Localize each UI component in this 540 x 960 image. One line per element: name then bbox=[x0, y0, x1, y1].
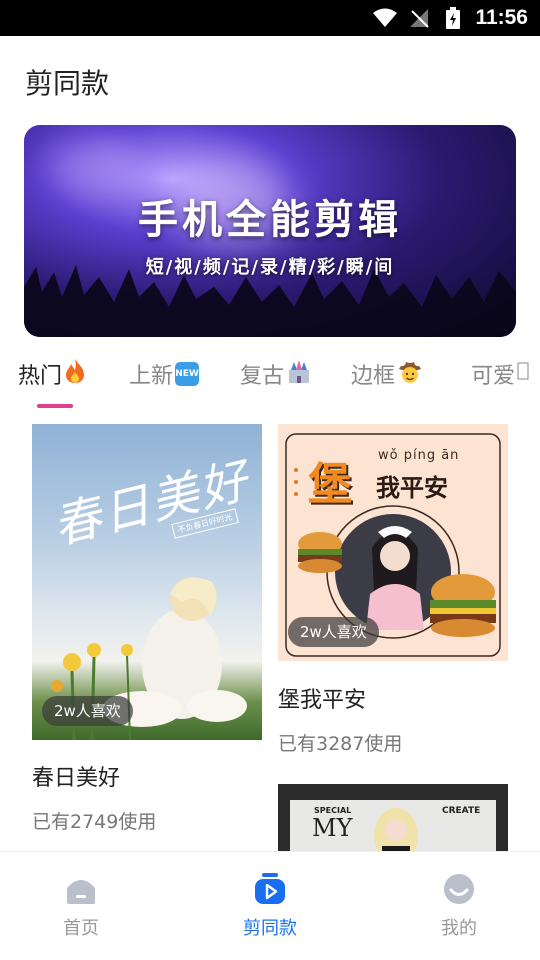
tab-retro[interactable]: 复古 bbox=[240, 358, 312, 390]
status-bar: 11:56 bbox=[0, 0, 540, 36]
category-tabs: 热门 上新 NEW 复古 边框 可爱 bbox=[0, 358, 540, 414]
tab-new[interactable]: 上新 NEW bbox=[129, 358, 200, 390]
card-usage-count: 已有3287使用 bbox=[278, 733, 403, 755]
card-title[interactable]: 堡我平安 bbox=[278, 682, 366, 714]
nav-home[interactable]: 首页 bbox=[31, 872, 131, 940]
new-icon: NEW bbox=[175, 362, 200, 386]
play-template-icon bbox=[253, 872, 287, 906]
likes-badge: 2w人喜欢 bbox=[42, 696, 133, 726]
nav-profile[interactable]: 我的 bbox=[409, 872, 509, 940]
burger-left bbox=[298, 532, 342, 573]
card-usage-count: 已有2749使用 bbox=[32, 811, 157, 833]
my-art-right: CREATE bbox=[442, 806, 481, 816]
no-signal-icon bbox=[407, 7, 431, 29]
likes-badge: 2w人喜欢 bbox=[288, 617, 379, 647]
burger-pinyin: wǒ píng ān bbox=[378, 448, 460, 463]
burger-art-rest: 我平安 bbox=[376, 474, 448, 502]
tab-label: 热门 bbox=[18, 364, 63, 389]
tab-border[interactable]: 边框 bbox=[351, 358, 423, 390]
page-title: 剪同款 bbox=[25, 67, 110, 100]
castle-icon bbox=[286, 358, 312, 390]
nav-label: 首页 bbox=[63, 918, 99, 939]
fire-icon bbox=[64, 358, 86, 390]
wifi-icon bbox=[373, 7, 398, 29]
nav-label: 剪同款 bbox=[243, 918, 297, 939]
tab-hot[interactable]: 热门 bbox=[18, 358, 86, 390]
tab-label: 可爱 bbox=[471, 364, 516, 389]
banner-subline: 短/视/频/记/录/精/彩/瞬/间 bbox=[145, 257, 395, 278]
nav-templates[interactable]: 剪同款 bbox=[220, 872, 320, 940]
burger-art-big: 堡 bbox=[308, 459, 352, 510]
missing-glyph-icon bbox=[517, 360, 529, 388]
card-title[interactable]: 春日美好 bbox=[32, 760, 120, 792]
my-art-big: MY bbox=[312, 814, 353, 842]
template-card-burger[interactable]: wǒ píng ān 堡 我平安 2w人喜欢 bbox=[278, 424, 508, 661]
tab-label: 复古 bbox=[240, 364, 285, 389]
battery-charging-icon bbox=[441, 7, 465, 29]
template-card-spring[interactable]: 春日美好 不负春日好时光 2w人喜欢 bbox=[32, 424, 262, 740]
tab-indicator bbox=[37, 404, 73, 408]
bottom-navigation: 首页 剪同款 我的 bbox=[0, 851, 540, 960]
home-icon bbox=[64, 872, 98, 906]
status-time: 11:56 bbox=[475, 6, 528, 29]
tab-label: 上新 bbox=[129, 364, 174, 389]
cowboy-icon bbox=[397, 358, 423, 390]
banner-headline: 手机全能剪辑 bbox=[138, 197, 402, 243]
burger-right bbox=[430, 574, 496, 637]
tab-label: 边框 bbox=[351, 364, 396, 389]
profile-icon bbox=[442, 872, 476, 906]
promo-banner[interactable]: 手机全能剪辑 短/视/频/记/录/精/彩/瞬/间 bbox=[24, 125, 516, 337]
nav-label: 我的 bbox=[441, 918, 477, 939]
tab-cute[interactable]: 可爱 bbox=[471, 358, 529, 390]
